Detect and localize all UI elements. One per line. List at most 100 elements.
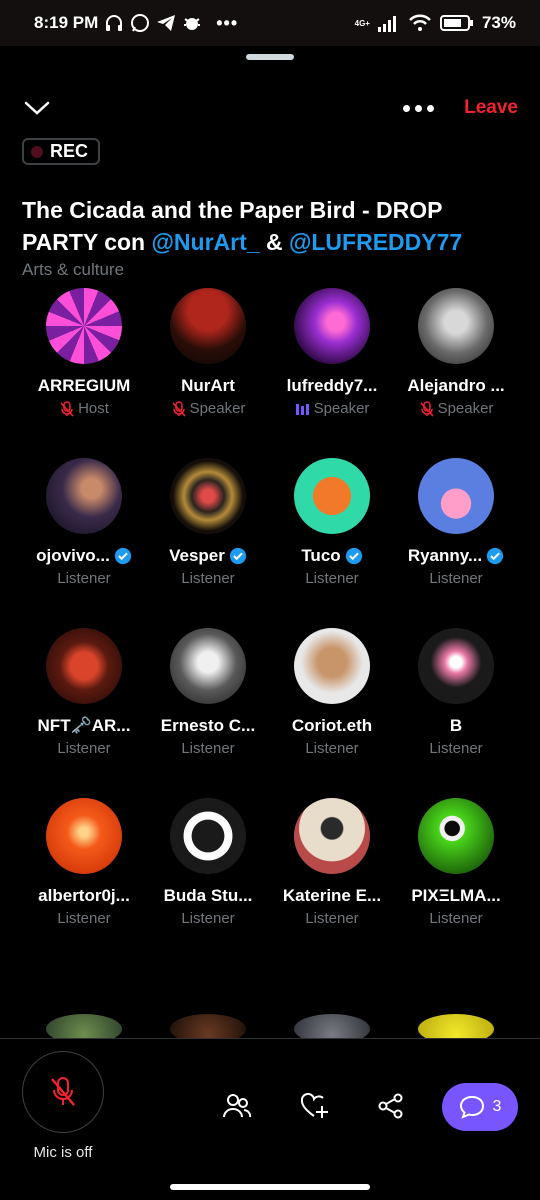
collapse-button[interactable] xyxy=(24,96,52,120)
react-button[interactable] xyxy=(300,1091,330,1121)
participant-role-text: Listener xyxy=(181,740,235,757)
participant-name: Alejandro ... xyxy=(407,376,504,396)
participant-name-text: Ernesto C... xyxy=(160,716,256,735)
battery-percent: 73% xyxy=(481,13,516,32)
participant-card[interactable]: Alejandro ... Speaker xyxy=(394,288,518,440)
comments-count: 3 xyxy=(492,1098,502,1115)
participant-name-text: Tuco xyxy=(301,546,341,565)
participant-name: NurArt xyxy=(181,376,235,396)
participant-role-text: Listener xyxy=(305,570,359,587)
participant-role-text: Host xyxy=(78,400,109,417)
participant-card[interactable]: Coriot.eth Listener xyxy=(270,628,394,780)
participant-card[interactable]: Vesper Listener xyxy=(146,458,270,610)
participant-role: Listener xyxy=(57,570,110,587)
more-options-button[interactable] xyxy=(403,104,435,112)
participant-card[interactable]: Katerine E... Listener xyxy=(270,798,394,950)
battery-icon xyxy=(439,15,473,31)
participant-name: B xyxy=(450,716,462,736)
bug-icon xyxy=(184,18,201,30)
avatar[interactable] xyxy=(170,458,246,534)
avatar[interactable] xyxy=(170,288,246,364)
participant-name-text: NurArt xyxy=(181,376,235,395)
participant-role: Listener xyxy=(305,740,358,757)
participant-name-text: lufreddy7... xyxy=(286,376,378,395)
avatar[interactable] xyxy=(46,628,122,704)
avatar[interactable] xyxy=(46,458,122,534)
participant-name-text: Katerine E... xyxy=(282,886,382,905)
participant-role-text: Speaker xyxy=(313,400,370,417)
avatar[interactable] xyxy=(170,628,246,704)
participant-role: Host xyxy=(59,400,109,417)
whatsapp-icon xyxy=(131,14,150,32)
space-category: Arts & culture xyxy=(22,260,125,279)
status-bar: 8:19 PM ••• 4G+ 73% xyxy=(0,0,540,46)
participant-role-text: Listener xyxy=(57,570,111,587)
mic-off-icon xyxy=(60,400,74,417)
participant-name: Ernesto C... xyxy=(161,716,255,736)
participant-name-text: ARREGIUM xyxy=(37,376,131,395)
participant-card[interactable]: Ernesto C... Listener xyxy=(146,628,270,780)
participants-grid: ARREGIUM Host NurArt Speaker lufreddy7... Spe… xyxy=(22,288,518,950)
avatar[interactable] xyxy=(170,798,246,874)
share-button[interactable] xyxy=(376,1091,406,1121)
participant-card[interactable]: B Listener xyxy=(394,628,518,780)
participant-role-text: Listener xyxy=(181,910,235,927)
participants-button[interactable] xyxy=(222,1091,252,1121)
heart-plus-icon xyxy=(301,1093,328,1118)
avatar[interactable] xyxy=(294,628,370,704)
participant-card[interactable]: lufreddy7... Speaker xyxy=(270,288,394,440)
participant-card[interactable]: PIXΞLMA... Listener xyxy=(394,798,518,950)
participant-card[interactable]: Ryanny... Listener xyxy=(394,458,518,610)
signal-icon xyxy=(377,16,396,32)
title-text: & xyxy=(259,229,289,255)
mention-link[interactable]: @LUFREDDY77 xyxy=(289,229,462,255)
participant-name-text: albertor0j... xyxy=(38,886,130,905)
space-topbar: Leave xyxy=(24,96,518,120)
participant-name: ojovivo... xyxy=(36,546,132,566)
rec-label: REC xyxy=(50,141,89,161)
participant-card[interactable]: albertor0j... Listener xyxy=(22,798,146,950)
participant-name: Vesper xyxy=(169,546,247,566)
participant-card[interactable]: ojovivo... Listener xyxy=(22,458,146,610)
participant-role-text: Listener xyxy=(305,740,359,757)
participant-name: albertor0j... xyxy=(38,886,130,906)
comments-button[interactable]: 3 xyxy=(442,1083,518,1131)
mic-toggle-button[interactable] xyxy=(22,1051,104,1133)
home-indicator[interactable] xyxy=(170,1184,370,1190)
participant-card[interactable]: NurArt Speaker xyxy=(146,288,270,440)
participant-name-text: PIXΞLMA... xyxy=(411,886,501,905)
avatar[interactable] xyxy=(418,458,494,534)
avatar[interactable] xyxy=(418,798,494,874)
participant-role-text: Listener xyxy=(429,740,483,757)
avatar[interactable] xyxy=(418,628,494,704)
participant-name: NFT🗝️AR... xyxy=(38,716,131,736)
participant-role: Listener xyxy=(181,570,234,587)
participant-name: Ryanny... xyxy=(408,546,504,566)
participant-role: Speaker xyxy=(295,400,370,417)
drag-handle[interactable] xyxy=(246,54,294,60)
avatar[interactable] xyxy=(294,288,370,364)
status-notification-icons: ••• xyxy=(104,13,238,34)
participant-card[interactable]: ARREGIUM Host xyxy=(22,288,146,440)
network-type: 4G+ xyxy=(354,18,370,28)
participant-name: Coriot.eth xyxy=(292,716,372,736)
participant-card[interactable]: Tuco Listener xyxy=(270,458,394,610)
participant-name-text: Coriot.eth xyxy=(291,716,373,735)
participant-role: Listener xyxy=(181,910,234,927)
participant-role-text: Listener xyxy=(57,910,111,927)
participant-role: Listener xyxy=(429,740,482,757)
participant-name-text: Vesper xyxy=(169,546,225,565)
leave-button[interactable]: Leave xyxy=(464,97,518,119)
avatar[interactable] xyxy=(46,798,122,874)
verified-badge-icon xyxy=(487,547,504,565)
avatar[interactable] xyxy=(294,798,370,874)
participant-name: PIXΞLMA... xyxy=(411,886,500,906)
mention-link[interactable]: @NurArt_ xyxy=(152,229,260,255)
avatar[interactable] xyxy=(418,288,494,364)
space-title: The Cicada and the Paper Bird - DROP PAR… xyxy=(22,194,512,258)
participant-card[interactable]: NFT🗝️AR... Listener xyxy=(22,628,146,780)
avatar[interactable] xyxy=(46,288,122,364)
mic-off-icon xyxy=(171,400,186,417)
participant-card[interactable]: Buda Stu... Listener xyxy=(146,798,270,950)
avatar[interactable] xyxy=(294,458,370,534)
